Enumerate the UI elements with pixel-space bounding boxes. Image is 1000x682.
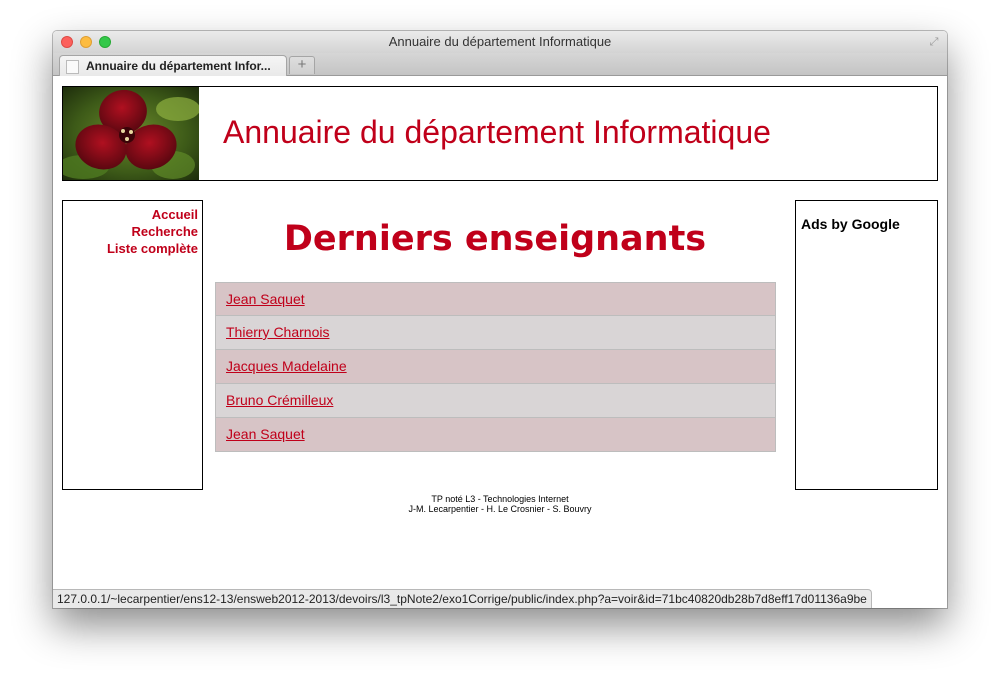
site-header: Annuaire du département Informatique — [62, 86, 938, 181]
page-favicon-icon — [66, 60, 79, 74]
window-title: Annuaire du département Informatique — [388, 34, 612, 49]
red-flower-photo — [63, 87, 199, 180]
list-item: Jean Saquet — [215, 282, 776, 316]
list-item: Jean Saquet — [215, 418, 776, 452]
site-title: Annuaire du département Informatique — [223, 114, 771, 150]
minimize-window-icon[interactable] — [80, 36, 92, 48]
ads-label: Ads by Google — [801, 216, 900, 232]
nav-link-accueil[interactable]: Accueil — [63, 206, 198, 223]
list-item: Bruno Crémilleux — [215, 384, 776, 418]
tab-active[interactable]: Annuaire du département Infor... — [59, 55, 287, 76]
teacher-link[interactable]: Jean Saquet — [226, 291, 305, 307]
nav-link-liste-complete[interactable]: Liste complète — [63, 240, 198, 257]
footer-line-1: TP noté L3 - Technologies Internet — [431, 494, 569, 504]
teacher-link[interactable]: Jacques Madelaine — [226, 358, 347, 374]
browser-window: Annuaire du département Informatique ⤢ A… — [53, 31, 947, 608]
status-bar-url: 127.0.0.1/~lecarpentier/ens12-13/ensweb2… — [53, 589, 872, 608]
list-item: Jacques Madelaine — [215, 350, 776, 384]
close-window-icon[interactable] — [61, 36, 73, 48]
teacher-link[interactable]: Bruno Crémilleux — [226, 392, 333, 408]
list-item: Thierry Charnois — [215, 316, 776, 350]
title-bar: Annuaire du département Informatique ⤢ — [53, 31, 947, 53]
teacher-link[interactable]: Jean Saquet — [226, 426, 305, 442]
page-footer: TP noté L3 - Technologies Internet J-M. … — [215, 494, 785, 514]
tab-bar: Annuaire du département Infor... + — [53, 53, 947, 76]
new-tab-button[interactable]: + — [289, 56, 315, 74]
nav-link-recherche[interactable]: Recherche — [63, 223, 198, 240]
zoom-window-icon[interactable] — [99, 36, 111, 48]
footer-line-2: J-M. Lecarpentier - H. Le Crosnier - S. … — [408, 504, 592, 514]
fullscreen-icon[interactable]: ⤢ — [927, 35, 941, 49]
page-content: Annuaire du département Informatique Acc… — [53, 76, 947, 608]
page-heading: Derniers enseignants — [283, 219, 707, 259]
left-navigation: Accueil Recherche Liste complète — [62, 200, 203, 490]
teacher-list: Jean Saquet Thierry Charnois Jacques Mad… — [215, 282, 776, 452]
tab-label: Annuaire du département Infor... — [86, 59, 271, 73]
ads-sidebar: Ads by Google — [795, 200, 938, 490]
teacher-link[interactable]: Thierry Charnois — [226, 324, 329, 340]
